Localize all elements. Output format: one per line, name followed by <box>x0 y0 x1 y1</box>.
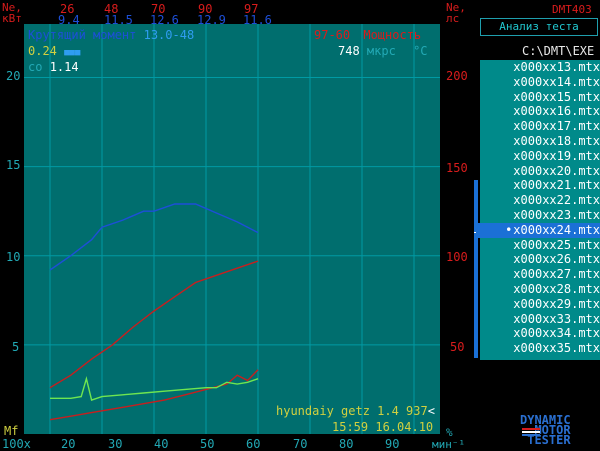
right-tick: 200 <box>446 69 468 83</box>
left-tick: 20 <box>6 69 21 83</box>
file-list-item[interactable]: x000xx29.mtx <box>476 297 600 312</box>
co-readout: co 1.14 <box>28 60 79 74</box>
power-legend: 97-60 Мощность <box>314 28 421 42</box>
file-list-item[interactable]: x000xx13.mtx <box>476 60 600 75</box>
yellow-value: 0.24 ■■■ <box>28 44 80 58</box>
cursor-arrow-icon: < <box>427 404 435 418</box>
x-tick: 30 <box>108 437 123 451</box>
vehicle-text: hyundaiy getz 1.4 937 <box>276 404 428 418</box>
file-list-item[interactable]: x000xx28.mtx <box>476 282 600 297</box>
yellow-value-text: 0.24 <box>28 44 57 58</box>
torque-label: Крутящий момент <box>28 28 137 42</box>
file-list-item[interactable]: x000xx20.mtx <box>476 164 600 179</box>
chart-svg <box>24 24 440 434</box>
selected-dot-icon: • <box>505 222 513 237</box>
file-list-item[interactable]: x000xx34.mtx <box>476 326 600 341</box>
file-list-item[interactable]: x000xx14.mtx <box>476 75 600 90</box>
file-list-item[interactable]: x000xx15.mtx <box>476 90 600 105</box>
y-unit-label: Mf <box>4 424 19 438</box>
power-label: Мощность <box>363 28 422 42</box>
vehicle-label: hyundaiy getz 1.4 937< <box>276 404 435 418</box>
time-readout: 748 мкрс °C <box>338 44 428 58</box>
x-unit-label: мин⁻¹ <box>432 438 466 451</box>
time-unit: мкрс <box>366 44 396 58</box>
file-list-item[interactable]: x000xx23.mtx <box>476 208 600 223</box>
right-unit-bottom: лс <box>446 12 460 25</box>
right-tick: 50 <box>450 340 465 354</box>
right-tick: 100 <box>446 250 468 264</box>
file-list-item[interactable]: x000xx21.mtx <box>476 178 600 193</box>
power-range: 97-60 <box>314 28 351 42</box>
torque-range: 13.0-48 <box>143 28 195 42</box>
x-tick: 20 <box>61 437 76 451</box>
right-tick: 150 <box>446 161 468 175</box>
directory-path: C:\DMT\EXE <box>522 44 595 58</box>
x-tick: 70 <box>293 437 308 451</box>
file-list-item[interactable]: x000xx17.mtx <box>476 119 600 134</box>
indicator-icon: ■■■ <box>64 48 81 58</box>
analysis-test-button[interactable]: Анализ теста <box>480 18 598 36</box>
x-tick: 90 <box>385 437 400 451</box>
chart-area[interactable]: Крутящий момент 13.0-48 97-60 Мощность 0… <box>24 24 440 434</box>
file-list-item[interactable]: x000xx35.mtx <box>476 341 600 356</box>
time-value: 748 <box>338 44 360 58</box>
file-list-item[interactable]: x000xx16.mtx <box>476 104 600 119</box>
x-tick: 50 <box>200 437 215 451</box>
co-value: 1.14 <box>49 60 79 74</box>
left-unit-bottom: кВт <box>2 12 22 25</box>
x-prefix: 100x <box>2 437 31 451</box>
file-list-item[interactable]: x000xx33.mtx <box>476 312 600 327</box>
file-list-item[interactable]: •x000xx24.mtx <box>476 222 600 238</box>
test-datetime: 15:59 16.04.10 <box>332 420 434 434</box>
file-list-item[interactable]: x000xx27.mtx <box>476 267 600 282</box>
app-name: DMT403 <box>552 3 592 16</box>
left-tick: 10 <box>6 250 21 264</box>
torque-legend: Крутящий момент 13.0-48 <box>28 28 194 42</box>
file-list-item[interactable]: x000xx26.mtx <box>476 252 600 267</box>
x-tick: 40 <box>154 437 169 451</box>
co-label: co <box>28 60 43 74</box>
file-list-item[interactable]: x000xx22.mtx <box>476 193 600 208</box>
temp-unit: °C <box>413 44 428 58</box>
file-list-item[interactable]: x000xx25.mtx <box>476 238 600 253</box>
file-list-item[interactable]: x000xx19.mtx <box>476 149 600 164</box>
file-list-item[interactable]: x000xx18.mtx <box>476 134 600 149</box>
left-tick: 5 <box>12 340 20 354</box>
left-tick: 15 <box>6 158 21 172</box>
x-tick: 60 <box>246 437 261 451</box>
logo-stripes-icon <box>522 428 540 438</box>
x-tick: 80 <box>339 437 354 451</box>
